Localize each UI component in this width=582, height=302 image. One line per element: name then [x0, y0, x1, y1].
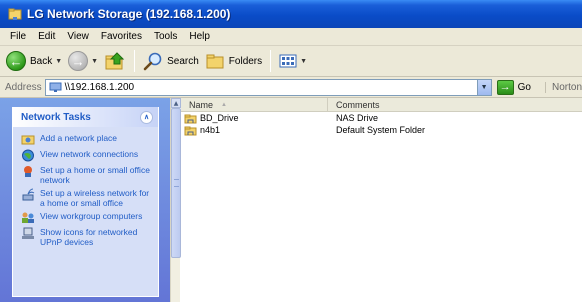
address-value: \\192.168.1.200	[64, 81, 135, 93]
up-folder-icon	[105, 52, 125, 70]
globe-icon	[22, 149, 34, 162]
list-item-name-cell: BD_Drive	[181, 113, 328, 124]
task-label: View workgroup computers	[40, 211, 143, 221]
workgroup-icon	[22, 212, 34, 223]
back-arrow-icon: ←	[6, 51, 26, 71]
list-item[interactable]: n4b1 Default System Folder	[181, 124, 582, 136]
upnp-icon	[22, 227, 34, 239]
norton-toolbar[interactable]: Norton	[544, 81, 582, 93]
menu-edit[interactable]: Edit	[32, 31, 61, 42]
shared-folder-icon	[184, 126, 197, 135]
column-header-comments[interactable]: Comments	[328, 98, 582, 111]
task-add-network-place[interactable]: Add a network place	[21, 133, 152, 146]
go-label: Go	[517, 81, 531, 93]
task-label: View network connections	[40, 149, 139, 159]
column-header-name[interactable]: Name ▲	[181, 98, 328, 111]
file-list: Name ▲ Comments BD_Drive NAS Drive n4b1	[181, 98, 582, 302]
home-network-icon	[24, 166, 32, 177]
network-tasks-header[interactable]: Network Tasks ∧	[13, 107, 158, 127]
network-tasks-panel: Network Tasks ∧ Add a network place View…	[12, 107, 159, 297]
task-label: Set up a home or small office network	[40, 165, 150, 185]
folders-icon	[206, 54, 224, 69]
toolbar-separator	[134, 50, 136, 72]
task-pane-scrollbar[interactable]: ▲	[170, 98, 181, 302]
column-name-label: Name	[189, 99, 214, 110]
shared-folder-icon	[184, 114, 197, 123]
search-icon	[143, 52, 162, 71]
task-view-network-connections[interactable]: View network connections	[21, 149, 152, 162]
address-label: Address	[5, 81, 42, 93]
forward-arrow-icon: →	[68, 51, 89, 71]
window-title: LG Network Storage (192.168.1.200)	[27, 7, 231, 21]
column-comments-label: Comments	[336, 99, 380, 110]
folders-label: Folders	[228, 55, 263, 67]
network-tasks-title: Network Tasks	[21, 111, 91, 123]
wireless-icon	[22, 188, 35, 201]
network-place-icon	[21, 135, 35, 145]
task-show-upnp-devices[interactable]: Show icons for networked UPnP devices	[21, 227, 152, 247]
go-arrow-icon: →	[496, 79, 514, 95]
address-dropdown-icon[interactable]: ▼	[476, 79, 491, 95]
list-item-name-cell: n4b1	[181, 125, 328, 136]
address-bar: Address \\192.168.1.200 ▼ → Go Norton	[0, 77, 582, 98]
network-folder-icon	[8, 8, 22, 20]
toolbar: ← Back ▼ → ▼ Search Folders ▼	[0, 46, 582, 77]
forward-dropdown-icon[interactable]: ▼	[91, 58, 98, 65]
forward-button[interactable]: → ▼	[65, 48, 101, 74]
views-dropdown-icon[interactable]: ▼	[300, 58, 307, 65]
address-input[interactable]: \\192.168.1.200 ▼	[44, 78, 492, 96]
back-dropdown-icon[interactable]: ▼	[55, 58, 62, 65]
up-folder-button[interactable]	[101, 48, 129, 74]
views-icon	[279, 54, 297, 68]
menu-tools[interactable]: Tools	[148, 31, 183, 42]
list-item[interactable]: BD_Drive NAS Drive	[181, 112, 582, 124]
toolbar-separator	[270, 50, 272, 72]
task-pane: Network Tasks ∧ Add a network place View…	[0, 98, 170, 302]
task-setup-wireless-network[interactable]: Set up a wireless network for a home or …	[21, 188, 152, 208]
menu-bar: File Edit View Favorites Tools Help	[0, 28, 582, 46]
scroll-up-icon[interactable]: ▲	[171, 98, 181, 108]
collapse-chevron-icon[interactable]: ∧	[140, 110, 153, 124]
task-label: Set up a wireless network for a home or …	[40, 188, 150, 208]
folders-button[interactable]: Folders	[202, 48, 265, 74]
back-label: Back	[30, 55, 53, 67]
menu-favorites[interactable]: Favorites	[95, 31, 148, 42]
list-item-comment: Default System Folder	[336, 125, 426, 135]
back-button[interactable]: ← Back ▼	[3, 48, 65, 74]
list-item-name: n4b1	[200, 125, 221, 135]
network-drive-icon	[49, 82, 62, 92]
title-bar[interactable]: LG Network Storage (192.168.1.200)	[0, 0, 582, 28]
task-view-workgroup-computers[interactable]: View workgroup computers	[21, 211, 152, 224]
search-button[interactable]: Search	[140, 48, 202, 74]
sort-ascending-icon: ▲	[221, 101, 227, 108]
task-label: Add a network place	[40, 133, 118, 143]
menu-view[interactable]: View	[61, 31, 95, 42]
menu-file[interactable]: File	[4, 31, 32, 42]
task-list: Add a network place View network connect…	[13, 127, 158, 247]
search-label: Search	[167, 55, 199, 67]
go-button[interactable]: → Go	[496, 79, 531, 95]
task-setup-home-network[interactable]: Set up a home or small office network	[21, 165, 152, 185]
list-item-name: BD_Drive	[200, 113, 239, 123]
column-headers: Name ▲ Comments	[181, 98, 582, 112]
scroll-thumb[interactable]	[171, 108, 181, 258]
menu-help[interactable]: Help	[183, 31, 216, 42]
task-label: Show icons for networked UPnP devices	[40, 227, 138, 247]
scroll-grip	[174, 179, 179, 187]
views-button[interactable]: ▼	[276, 48, 310, 74]
list-item-comment: NAS Drive	[336, 113, 379, 123]
